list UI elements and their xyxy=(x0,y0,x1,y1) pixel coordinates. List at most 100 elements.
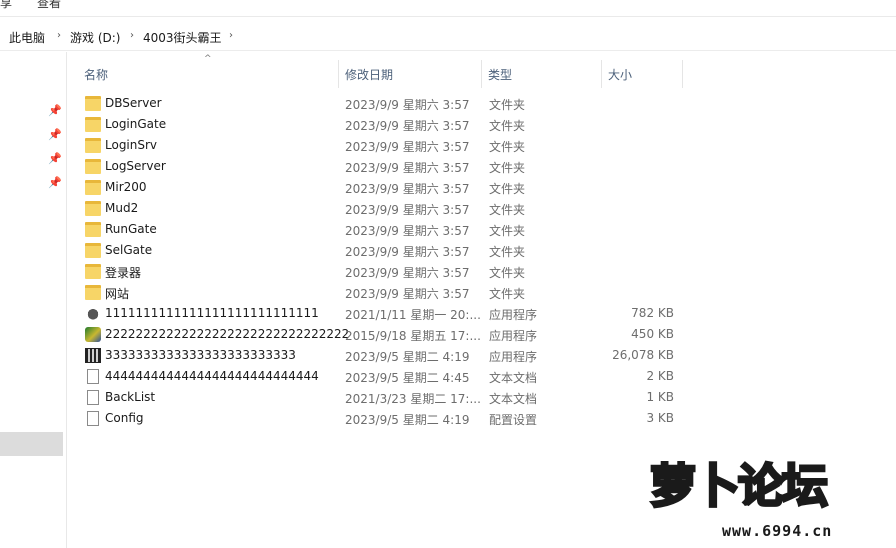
column-type[interactable]: 类型 xyxy=(488,66,512,83)
column-name[interactable]: 名称 xyxy=(84,66,108,83)
file-date: 2023/9/9 星期六 3:57 xyxy=(345,224,470,238)
chevron-right-icon[interactable]: › xyxy=(57,30,61,41)
file-date: 2023/9/9 星期六 3:57 xyxy=(345,161,470,175)
file-type: 应用程序 xyxy=(489,350,538,364)
file-date: 2023/9/9 星期六 3:57 xyxy=(345,203,470,217)
file-name: 网站 xyxy=(105,287,130,301)
file-name: SelGate xyxy=(105,243,153,257)
file-row[interactable]: 22222222222222222222222222222222 2015/9/1… xyxy=(82,324,682,345)
file-row[interactable]: 登录器 2023/9/9 星期六 3:57 文件夹 xyxy=(82,261,682,282)
file-date: 2023/9/9 星期六 3:57 xyxy=(345,287,470,301)
column-divider[interactable] xyxy=(481,60,482,88)
watermark-brand: 萝卜论坛 xyxy=(649,458,830,515)
column-size[interactable]: 大小 xyxy=(608,66,632,83)
file-name: BackList xyxy=(105,390,156,404)
chevron-right-icon[interactable]: › xyxy=(229,30,233,41)
file-name: 登录器 xyxy=(105,266,142,280)
folder-icon xyxy=(85,96,101,111)
text-file-icon xyxy=(87,369,99,384)
file-name: DBServer xyxy=(105,96,162,110)
file-row[interactable]: 网站 2023/9/9 星期六 3:57 文件夹 xyxy=(82,282,682,303)
ribbon-tab-view[interactable]: 查看 xyxy=(37,0,61,11)
file-row[interactable]: Mir200 2023/9/9 星期六 3:57 文件夹 xyxy=(82,177,682,198)
breadcrumb-this-pc[interactable]: 此电脑 xyxy=(9,29,45,46)
file-name: Mud2 xyxy=(105,201,139,215)
folder-icon xyxy=(85,138,101,153)
file-name: 22222222222222222222222222222222 xyxy=(105,327,350,341)
file-row[interactable]: LoginSrv 2023/9/9 星期六 3:57 文件夹 xyxy=(82,135,682,156)
pin-icon[interactable]: 📌 xyxy=(48,104,62,117)
address-bar[interactable]: 此电脑 › 游戏 (D:) › 4003街头霸王 › xyxy=(0,24,896,51)
file-row[interactable]: 3333333333333333333333333 2023/9/5 星期二 4:… xyxy=(82,345,682,366)
file-name: Mir200 xyxy=(105,180,147,194)
folder-icon xyxy=(85,222,101,237)
file-size: 1 KB xyxy=(646,390,674,404)
file-type: 文件夹 xyxy=(489,98,526,112)
watermark-logo: 萝卜论坛 www.6994.cn xyxy=(640,440,890,545)
text-file-icon xyxy=(87,390,99,405)
file-row[interactable]: SelGate 2023/9/9 星期六 3:57 文件夹 xyxy=(82,240,682,261)
column-divider[interactable] xyxy=(601,60,602,88)
folder-icon xyxy=(85,201,101,216)
file-date: 2023/9/5 星期二 4:19 xyxy=(345,350,470,364)
file-type: 文件夹 xyxy=(489,161,526,175)
folder-icon xyxy=(85,243,101,258)
file-row[interactable]: DBServer 2023/9/9 星期六 3:57 文件夹 xyxy=(82,93,682,114)
breadcrumb-folder[interactable]: 4003街头霸王 xyxy=(143,29,222,46)
folder-icon xyxy=(85,117,101,132)
column-date[interactable]: 修改日期 xyxy=(345,66,393,83)
file-size: 782 KB xyxy=(631,306,674,320)
file-name: 1111111111111111111111111111 xyxy=(105,306,319,320)
folder-icon xyxy=(85,285,101,300)
file-date: 2023/9/9 星期六 3:57 xyxy=(345,245,470,259)
column-divider[interactable] xyxy=(338,60,339,88)
file-row[interactable]: RunGate 2023/9/9 星期六 3:57 文件夹 xyxy=(82,219,682,240)
file-date: 2023/9/9 星期六 3:57 xyxy=(345,119,470,133)
ribbon-tab-share[interactable]: 享 xyxy=(0,0,12,11)
file-type: 文件夹 xyxy=(489,140,526,154)
file-row[interactable]: Mud2 2023/9/9 星期六 3:57 文件夹 xyxy=(82,198,682,219)
file-date: 2023/9/9 星期六 3:57 xyxy=(345,182,470,196)
file-type: 文件夹 xyxy=(489,182,526,196)
file-row[interactable]: LogServer 2023/9/9 星期六 3:57 文件夹 xyxy=(82,156,682,177)
file-name: LoginGate xyxy=(105,117,167,131)
pin-icon[interactable]: 📌 xyxy=(48,152,62,165)
chevron-right-icon[interactable]: › xyxy=(130,30,134,41)
file-row[interactable]: 4444444444444444444444444444 2023/9/5 星期二… xyxy=(82,366,682,387)
file-type: 文件夹 xyxy=(489,119,526,133)
file-name: RunGate xyxy=(105,222,157,236)
file-date: 2021/3/23 星期二 17:... xyxy=(345,392,481,406)
column-header: ^ 名称 修改日期 类型 大小 xyxy=(76,54,696,88)
file-type: 文件夹 xyxy=(489,224,526,238)
sort-ascending-icon: ^ xyxy=(204,54,212,64)
file-row[interactable]: BackList 2021/3/23 星期二 17:... 文本文档 1 KB xyxy=(82,387,682,408)
file-type: 文件夹 xyxy=(489,203,526,217)
folder-icon xyxy=(85,180,101,195)
nav-selected-item[interactable] xyxy=(0,432,63,456)
navigation-pane[interactable]: 📌 📌 📌 📌 xyxy=(0,52,67,548)
file-date: 2023/9/5 星期二 4:19 xyxy=(345,413,470,427)
file-size: 450 KB xyxy=(631,327,674,341)
file-row[interactable]: LoginGate 2023/9/9 星期六 3:57 文件夹 xyxy=(82,114,682,135)
file-size: 3 KB xyxy=(646,411,674,425)
file-date: 2021/1/11 星期一 20:... xyxy=(345,308,481,322)
file-name: LogServer xyxy=(105,159,166,173)
file-row[interactable]: 1111111111111111111111111111 2021/1/11 星期… xyxy=(82,303,682,324)
file-date: 2015/9/18 星期五 17:... xyxy=(345,329,481,343)
file-date: 2023/9/9 星期六 3:57 xyxy=(345,98,470,112)
file-name: 3333333333333333333333333 xyxy=(105,348,296,362)
watermark-url: www.6994.cn xyxy=(722,522,833,540)
breadcrumb-drive-d[interactable]: 游戏 (D:) xyxy=(70,29,120,46)
file-type: 配置设置 xyxy=(489,413,538,427)
file-row[interactable]: Config 2023/9/5 星期二 4:19 配置设置 3 KB xyxy=(82,408,682,429)
config-file-icon xyxy=(87,411,99,426)
column-divider[interactable] xyxy=(682,60,683,88)
pin-icon[interactable]: 📌 xyxy=(48,128,62,141)
file-type: 文本文档 xyxy=(489,371,538,385)
pin-icon[interactable]: 📌 xyxy=(48,176,62,189)
file-name: 4444444444444444444444444444 xyxy=(105,369,319,383)
file-date: 2023/9/9 星期六 3:57 xyxy=(345,140,470,154)
folder-icon xyxy=(85,159,101,174)
file-date: 2023/9/9 星期六 3:57 xyxy=(345,266,470,280)
folder-icon xyxy=(85,264,101,279)
